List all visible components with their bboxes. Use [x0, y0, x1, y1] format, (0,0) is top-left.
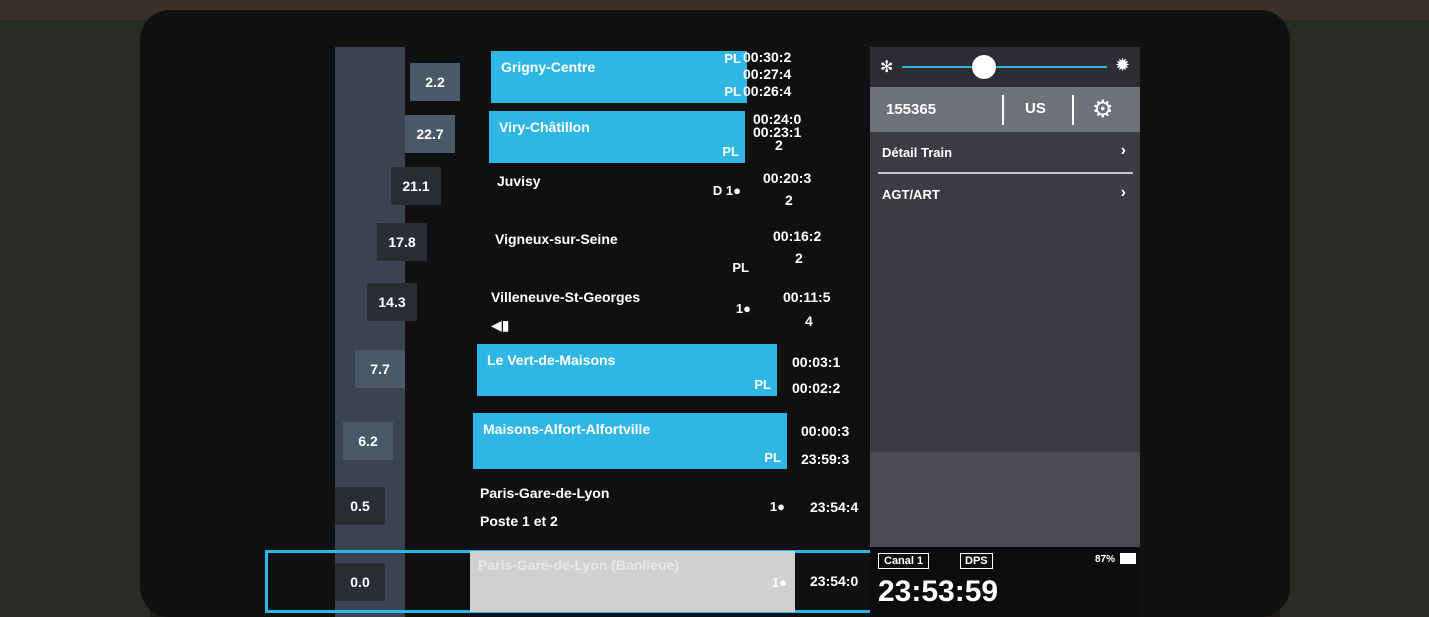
- station-name: Juvisy: [497, 173, 541, 189]
- station-tag: PL: [724, 51, 741, 66]
- station-tag: PL: [764, 450, 781, 465]
- mode-button[interactable]: US: [1025, 100, 1046, 117]
- km-value: 0.5: [335, 487, 385, 525]
- km-value: 6.2: [343, 422, 393, 460]
- dps-badge: DPS: [960, 553, 993, 569]
- battery-percent: 87%: [1095, 554, 1116, 565]
- time-value: 00:20:3: [763, 170, 812, 186]
- km-value: 14.3: [367, 283, 417, 321]
- side-panel: ✻ ✹ 155365 US ⚙ Détail Train › AGT/ART ›…: [870, 47, 1140, 617]
- channel-badge: Canal 1: [878, 553, 930, 569]
- menu-divider: [878, 172, 1133, 174]
- time-value: 4: [805, 313, 813, 329]
- train-id-row: 155365 US ⚙: [870, 87, 1140, 132]
- time-group: 23:54:4: [810, 499, 858, 516]
- station-row[interactable]: Viry-Châtillon PL: [489, 111, 745, 163]
- station-name: Viry-Châtillon: [499, 119, 590, 135]
- menu-item-agt-art[interactable]: AGT/ART ›: [870, 177, 1140, 213]
- station-name: Le Vert-de-Maisons: [487, 352, 616, 368]
- time-group: 00:30:2 00:27:4 00:26:4: [743, 49, 791, 100]
- time-value: 00:11:5: [783, 289, 831, 305]
- brightness-slider-row: ✻ ✹: [870, 47, 1140, 87]
- station-name: Paris-Gare-de-Lyon (Banlieue): [478, 557, 679, 573]
- station-class: 1●: [769, 499, 785, 514]
- time-value: 2: [795, 250, 803, 266]
- station-row[interactable]: Grigny-Centre PL PL: [491, 51, 747, 103]
- time-group: 00:00:3 23:59:3: [801, 417, 849, 473]
- brightness-high-icon: ✹: [1115, 55, 1131, 75]
- cab-left-panel: [0, 20, 150, 617]
- time-value: 23:54:4: [810, 499, 859, 515]
- tablet-screen: 2.2 22.7 21.1 17.8 14.3 7.7 6.2 0.5 0.0 …: [265, 47, 1140, 617]
- station-row[interactable]: Maisons-Alfort-Alfortville PL: [473, 413, 787, 469]
- divider: [1072, 95, 1074, 125]
- battery-icon: [1120, 553, 1136, 564]
- time-value: 00:02:2: [792, 380, 841, 396]
- station-class: D 1●: [712, 183, 741, 198]
- train-number: 155365: [886, 101, 937, 118]
- time-group: 00:03:1 00:02:2: [792, 349, 840, 401]
- selected-station[interactable]: Paris-Gare-de-Lyon (Banlieue) 1●: [470, 551, 795, 612]
- station-row[interactable]: Le Vert-de-Maisons PL: [477, 344, 777, 396]
- time-value: 2: [775, 137, 783, 153]
- station-class: 1●: [735, 301, 751, 316]
- chevron-right-icon: ›: [1120, 184, 1126, 201]
- time-group: 00:20:3 2: [763, 167, 811, 211]
- time-value: 2: [785, 192, 793, 208]
- km-value: 2.2: [410, 63, 460, 101]
- time-value: 00:03:1: [792, 354, 841, 370]
- station-tag: PL: [732, 260, 749, 275]
- time-group: 00:24:0 00:23:1 2: [753, 112, 801, 153]
- time-value: 23:59:3: [801, 451, 850, 467]
- station-row[interactable]: Vigneux-sur-Seine PL: [485, 223, 755, 275]
- station-tag: PL: [722, 144, 739, 159]
- station-subtitle: Poste 1 et 2: [480, 513, 558, 529]
- time-value: 00:30:2: [743, 49, 792, 65]
- km-column: 2.2 22.7 21.1 17.8 14.3 7.7 6.2 0.5 0.0: [265, 47, 465, 617]
- km-value: 17.8: [377, 223, 427, 261]
- time-value: 23:54:0: [810, 573, 859, 589]
- km-value: 22.7: [405, 115, 455, 153]
- cab-right-panel: [1280, 20, 1429, 617]
- clock: 23:53:59: [878, 575, 999, 608]
- station-name: Villeneuve-St-Georges: [491, 289, 641, 305]
- station-name: Paris-Gare-de-Lyon: [480, 485, 610, 501]
- station-row[interactable]: Villeneuve-St-Georges 1● ◀▮: [481, 281, 761, 333]
- station-tag: PL: [754, 377, 771, 392]
- station-name: Vigneux-sur-Seine: [495, 231, 618, 247]
- menu-item-label: AGT/ART: [882, 187, 940, 202]
- time-value: 00:27:4: [743, 66, 792, 82]
- time-value: 00:26:4: [743, 83, 792, 99]
- chevron-right-icon: ›: [1120, 142, 1126, 159]
- panel-lower-area: [870, 452, 1140, 547]
- divider: [1002, 95, 1004, 125]
- menu-item-detail-train[interactable]: Détail Train ›: [870, 135, 1140, 171]
- brightness-low-icon: ✻: [880, 59, 894, 76]
- status-bar: Canal 1 DPS 87% 23:53:59: [870, 547, 1140, 617]
- km-band: [335, 47, 405, 617]
- time-group: 00:11:5 4: [783, 285, 830, 333]
- brightness-slider-knob[interactable]: [972, 55, 996, 79]
- station-name: Maisons-Alfort-Alfortville: [483, 421, 651, 437]
- menu-item-label: Détail Train: [882, 145, 953, 160]
- km-value: 7.7: [355, 350, 405, 388]
- station-tag: PL: [724, 84, 741, 99]
- time-group: 00:16:2 2: [773, 225, 821, 269]
- time-value: 00:00:3: [801, 423, 850, 439]
- brightness-slider[interactable]: [902, 66, 1107, 68]
- station-row[interactable]: Juvisy D 1●: [487, 165, 747, 217]
- km-value: 21.1: [391, 167, 441, 205]
- gear-icon[interactable]: ⚙: [1092, 95, 1114, 124]
- station-row[interactable]: Paris-Gare-de-Lyon Poste 1 et 2 1●: [470, 477, 795, 539]
- station-class: 1●: [771, 575, 787, 590]
- time-value: 00:16:2: [773, 228, 822, 244]
- station-name: Grigny-Centre: [501, 59, 596, 75]
- speaker-icon: ◀▮: [491, 317, 510, 333]
